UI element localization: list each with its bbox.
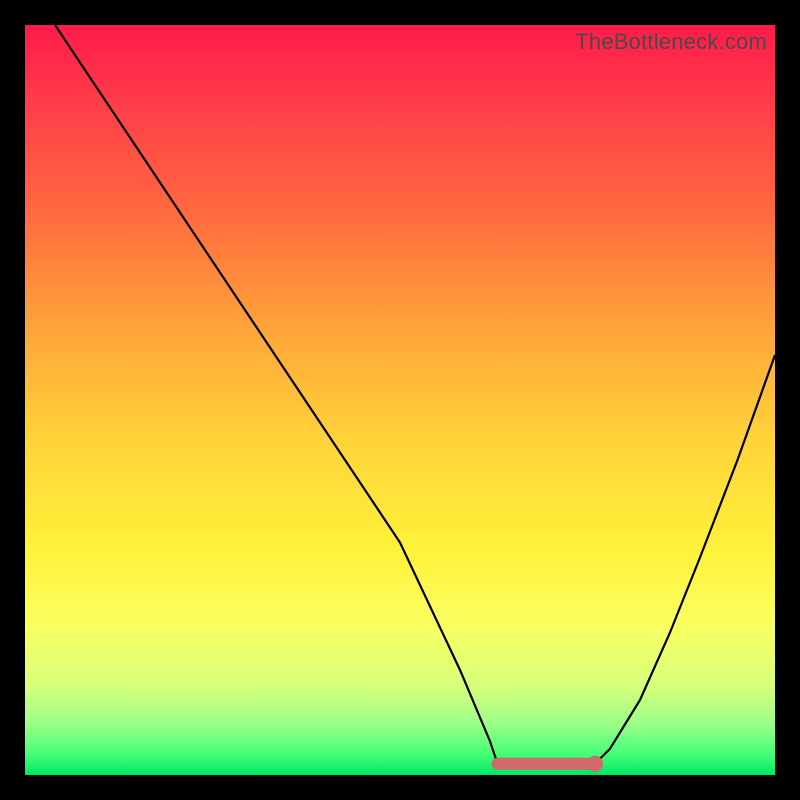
curve-left — [55, 25, 498, 764]
curve-right — [595, 355, 775, 764]
optimal-dot — [587, 756, 603, 772]
chart-svg — [25, 25, 775, 775]
